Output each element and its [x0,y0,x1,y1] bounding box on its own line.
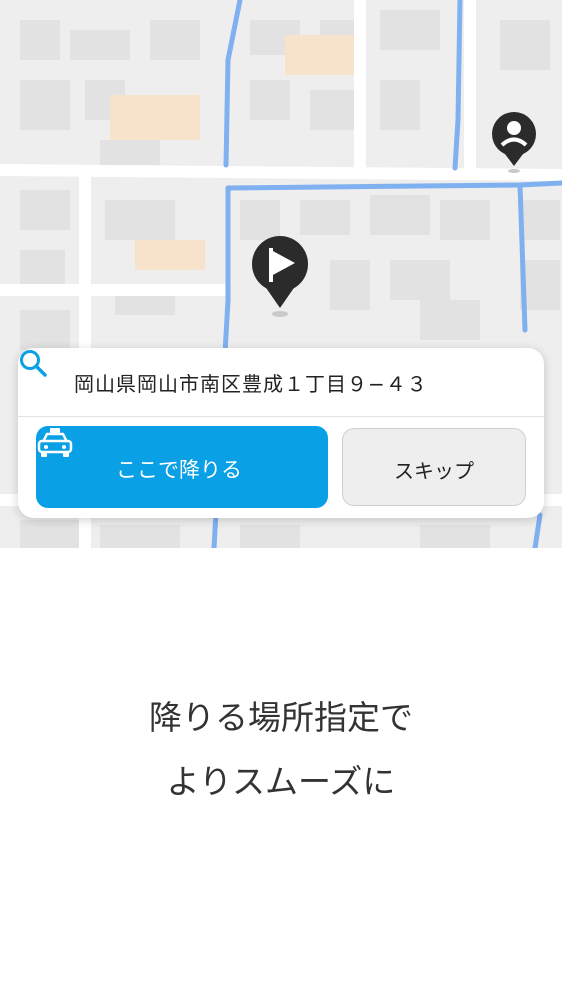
address-row[interactable]: 岡山県岡山市南区豊成１丁目９−４３ [18,348,544,417]
search-icon [20,350,47,377]
drop-off-here-button[interactable]: ここで降りる [36,426,328,508]
skip-label: スキップ [394,459,474,483]
promo-caption: 降りる場所指定で よりスムーズに [0,686,562,814]
taxi-icon [37,428,73,457]
map-view[interactable]: 岡山県岡山市南区豊成１丁目９−４３ ここで降りる スキップ [0,0,562,548]
skip-button[interactable]: スキップ [342,428,526,506]
caption-line-1: 降りる場所指定で [149,698,413,737]
drop-off-here-label: ここで降りる [116,458,242,482]
address-card: 岡山県岡山市南区豊成１丁目９−４３ ここで降りる スキップ [18,348,544,518]
address-text: 岡山県岡山市南区豊成１丁目９−４３ [74,372,428,396]
caption-line-2: よりスムーズに [166,762,396,801]
